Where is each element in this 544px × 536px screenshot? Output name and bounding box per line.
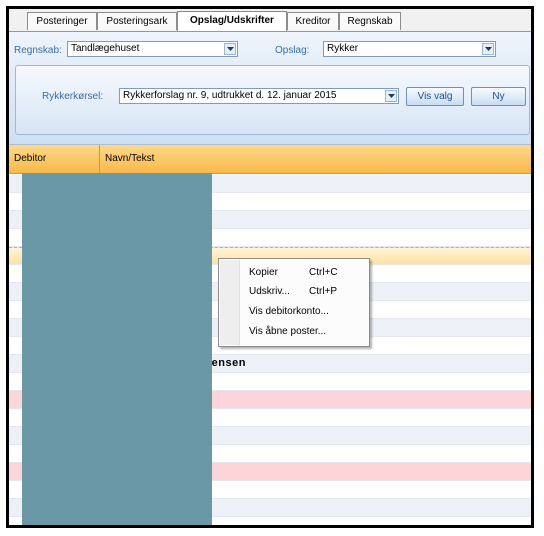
menu-item-label: Vis debitorkonto... bbox=[249, 306, 329, 317]
regnskab-select[interactable]: Tandlægehuset bbox=[67, 41, 238, 57]
tab-regnskab[interactable]: Regnskab bbox=[339, 12, 401, 30]
menu-item-label: Vis åbne poster... bbox=[249, 326, 327, 337]
rykkerkorsel-value: Rykkerforslag nr. 9, udtrukket d. 12. ja… bbox=[123, 90, 337, 101]
menu-item-kopier[interactable]: Kopier Ctrl+C bbox=[239, 264, 369, 281]
tab-strip: Posteringer Posteringsark Opslag/Udskrif… bbox=[9, 9, 531, 32]
regnskab-value: Tandlægehuset bbox=[71, 43, 140, 54]
opslag-value: Rykker bbox=[327, 43, 359, 54]
menu-item-vis-aabne-poster[interactable]: Vis åbne poster... bbox=[239, 323, 369, 340]
ny-button[interactable]: Ny bbox=[471, 87, 526, 106]
opslag-select[interactable]: Rykker bbox=[323, 41, 496, 57]
menu-item-vis-debitorkonto[interactable]: Vis debitorkonto... bbox=[239, 303, 369, 320]
rykkerkorsel-select[interactable]: Rykkerforslag nr. 9, udtrukket d. 12. ja… bbox=[119, 88, 399, 104]
rykkerkorsel-group: Rykkerkørsel: Rykkerforslag nr. 9, udtru… bbox=[15, 65, 530, 135]
tab-kreditor[interactable]: Kreditor bbox=[287, 12, 339, 30]
menu-item-label: Udskriv... bbox=[249, 286, 290, 297]
menu-item-udskriv[interactable]: Udskriv... Ctrl+P bbox=[239, 283, 369, 300]
vis-valg-button[interactable]: Vis valg bbox=[406, 87, 464, 106]
column-header-debitor[interactable]: Debitor bbox=[9, 145, 100, 173]
tab-opslag-udskrifter[interactable]: Opslag/Udskrifter bbox=[177, 11, 287, 31]
menu-item-shortcut: Ctrl+P bbox=[309, 286, 338, 297]
filter-panel: Regnskab: Tandlægehuset Opslag: Rykker R… bbox=[9, 32, 531, 145]
menu-item-label: Kopier bbox=[249, 267, 278, 278]
rykkerkorsel-label: Rykkerkørsel: bbox=[42, 91, 104, 102]
redaction-block bbox=[22, 173, 212, 525]
chevron-down-icon[interactable] bbox=[385, 90, 397, 102]
menu-item-shortcut: Ctrl+C bbox=[309, 267, 338, 278]
opslag-label: Opslag: bbox=[275, 45, 310, 56]
context-menu: Kopier Ctrl+C Udskriv... Ctrl+P Vis debi… bbox=[218, 258, 370, 347]
tab-posteringer[interactable]: Posteringer bbox=[27, 12, 97, 30]
app-window: Posteringer Posteringsark Opslag/Udskrif… bbox=[6, 6, 534, 528]
chevron-down-icon[interactable] bbox=[482, 43, 494, 55]
tab-posteringsark[interactable]: Posteringsark bbox=[97, 12, 177, 30]
regnskab-label: Regnskab: bbox=[14, 45, 62, 56]
column-header-navn-tekst[interactable]: Navn/Tekst bbox=[100, 145, 300, 173]
grid-header: Debitor Navn/Tekst bbox=[9, 145, 531, 174]
menu-icon-gutter bbox=[220, 260, 240, 345]
chevron-down-icon[interactable] bbox=[224, 43, 236, 55]
